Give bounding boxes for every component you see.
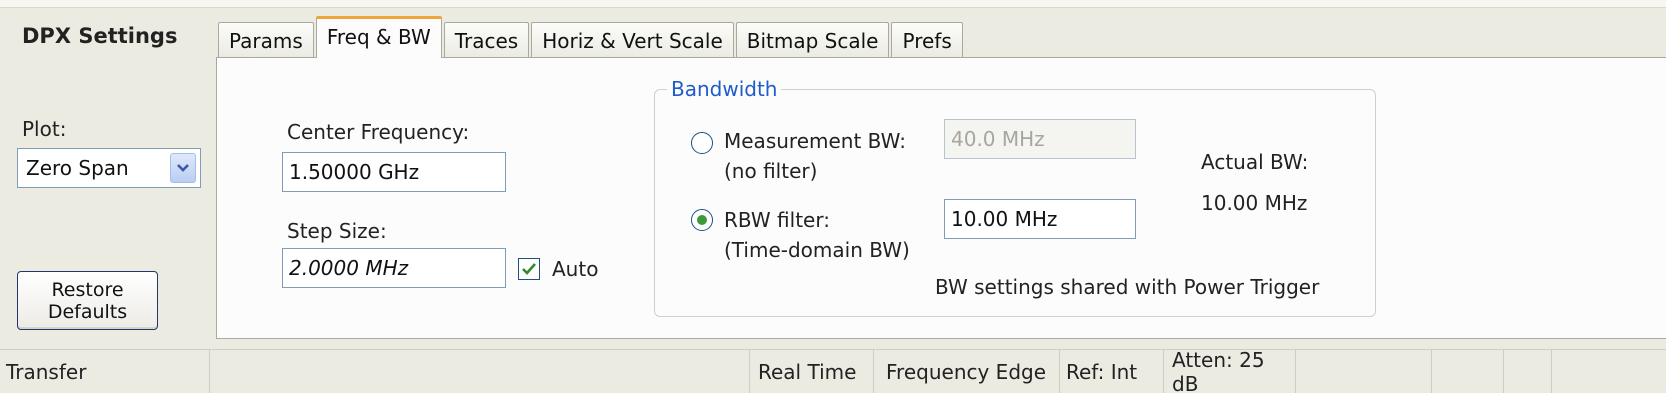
status-ref[interactable]: Ref: Int [1060,350,1164,394]
measurement-bw-label: Measurement BW: [724,129,907,153]
bottom-edge [0,393,1666,416]
measurement-bw-sublabel: (no filter) [724,159,818,183]
tab-content-freq-bw: Center Frequency: 1.50000 GHz Step Size:… [216,57,1666,339]
restore-label-line1: Restore [51,278,124,301]
rbw-filter-input[interactable]: 10.00 MHz [944,199,1136,239]
chevron-down-icon[interactable] [170,153,196,183]
tab-params[interactable]: Params [218,22,314,58]
restore-label-line2: Defaults [47,300,128,323]
bandwidth-group-label: Bandwidth [667,77,782,101]
plot-label: Plot: [22,117,67,141]
restore-defaults-button[interactable]: Restore Defaults [17,271,158,330]
tab-freq-bw[interactable]: Freq & BW [315,16,442,58]
measurement-bw-input[interactable]: 40.0 MHz [944,119,1136,159]
status-trigger[interactable]: Frequency Edge [874,350,1060,394]
center-frequency-label: Center Frequency: [287,120,470,144]
status-slot-3 [1504,350,1552,394]
tab-bar: Params Freq & BW Traces Horiz & Vert Sca… [218,16,965,58]
plot-select[interactable]: Zero Span [17,148,201,188]
step-size-input[interactable]: 2.0000 MHz [282,248,506,288]
tab-bitmap-scale[interactable]: Bitmap Scale [735,22,890,58]
status-atten[interactable]: Atten: 25 dB [1164,348,1296,396]
rbw-filter-sublabel: (Time-domain BW) [724,238,910,262]
status-slot-1 [1296,350,1432,394]
tab-horiz-vert-scale[interactable]: Horiz & Vert Scale [531,22,734,58]
tab-prefs[interactable]: Prefs [891,22,963,58]
actual-bw-value: 10.00 MHz [1201,191,1308,215]
step-size-label: Step Size: [287,219,387,243]
bw-shared-note: BW settings shared with Power Trigger [935,275,1320,299]
center-frequency-input[interactable]: 1.50000 GHz [282,152,506,192]
check-icon [522,263,536,275]
radio-selected-dot [697,215,707,225]
status-transfer: Transfer [0,350,210,394]
auto-label: Auto [552,257,599,281]
actual-bw-label: Actual BW: [1201,150,1309,174]
status-bar: Transfer Real Time Frequency Edge Ref: I… [0,348,1666,396]
rbw-filter-radio[interactable] [691,209,713,231]
measurement-bw-radio[interactable] [691,132,713,154]
status-slot-2 [1432,350,1504,394]
dpx-settings-window: DPX Settings Plot: Zero Span Restore Def… [0,0,1666,416]
rbw-filter-label: RBW filter: [724,208,830,232]
plot-select-value: Zero Span [26,156,129,180]
panel-title: DPX Settings [22,24,178,48]
tab-traces[interactable]: Traces [443,22,530,58]
status-real-time[interactable]: Real Time [750,350,874,394]
status-empty [210,350,750,394]
top-edge [0,0,1666,8]
auto-checkbox[interactable] [518,258,540,280]
